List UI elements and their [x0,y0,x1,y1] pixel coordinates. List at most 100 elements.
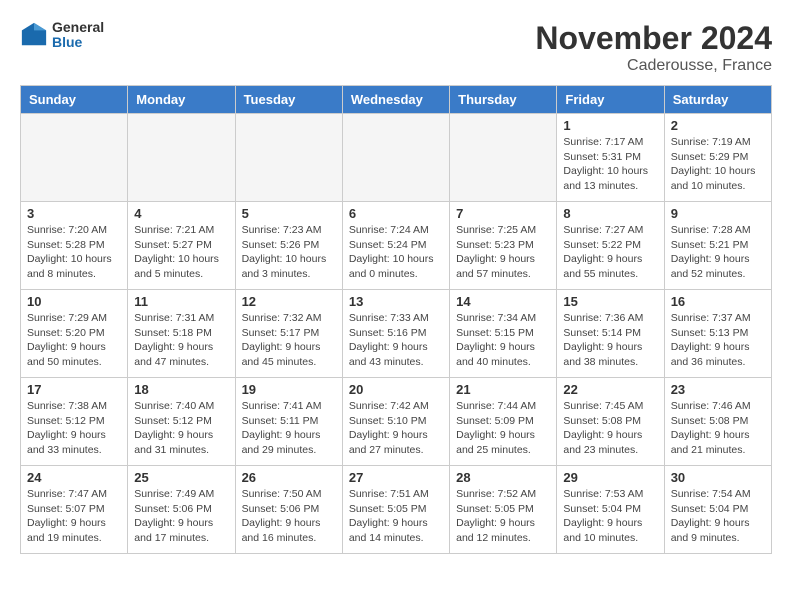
month-title: November 2024 [535,20,772,57]
calendar-cell: 11Sunrise: 7:31 AM Sunset: 5:18 PM Dayli… [128,290,235,378]
calendar-cell: 29Sunrise: 7:53 AM Sunset: 5:04 PM Dayli… [557,466,664,554]
day-number: 3 [27,206,121,221]
calendar-week-1: 3 Sunrise: 7:20 AM Sunset: 5:28 PM Daylig… [21,202,772,290]
column-header-sunday: Sunday [21,86,128,114]
logo-text: General Blue [52,20,104,51]
location-subtitle: Caderousse, France [535,57,772,75]
column-header-thursday: Thursday [450,86,557,114]
day-info: Sunrise: 7:32 AM Sunset: 5:17 PM Dayligh… [242,311,336,370]
day-info: Sunrise: 7:44 AM Sunset: 5:09 PM Dayligh… [456,399,550,458]
day-info: Sunrise: 7:49 AM Sunset: 5:06 PM Dayligh… [134,487,228,546]
day-number: 18 [134,382,228,397]
day-number: 21 [456,382,550,397]
day-number: 15 [563,294,657,309]
calendar-cell: 16Sunrise: 7:37 AM Sunset: 5:13 PM Dayli… [664,290,771,378]
calendar-table: SundayMondayTuesdayWednesdayThursdayFrid… [20,85,772,554]
day-number: 5 [242,206,336,221]
calendar-cell: 15 Sunrise: 7:36 AM Sunset: 5:14 PM Dayli… [557,290,664,378]
day-info: Sunrise: 7:51 AM Sunset: 5:05 PM Dayligh… [349,487,443,546]
day-number: 20 [349,382,443,397]
calendar-cell: 1Sunrise: 7:17 AM Sunset: 5:31 PM Daylig… [557,114,664,202]
day-number: 13 [349,294,443,309]
calendar-cell: 7 Sunrise: 7:25 AM Sunset: 5:23 PM Daylig… [450,202,557,290]
day-info: Sunrise: 7:20 AM Sunset: 5:28 PM Dayligh… [27,223,121,282]
day-info: Sunrise: 7:21 AM Sunset: 5:27 PM Dayligh… [134,223,228,282]
logo: General Blue [20,20,104,51]
day-number: 30 [671,470,765,485]
day-info: Sunrise: 7:31 AM Sunset: 5:18 PM Dayligh… [134,311,228,370]
calendar-week-4: 24 Sunrise: 7:47 AM Sunset: 5:07 PM Dayli… [21,466,772,554]
day-info: Sunrise: 7:42 AM Sunset: 5:10 PM Dayligh… [349,399,443,458]
calendar-cell: 27 Sunrise: 7:51 AM Sunset: 5:05 PM Dayli… [342,466,449,554]
calendar-cell: 26Sunrise: 7:50 AM Sunset: 5:06 PM Dayli… [235,466,342,554]
day-info: Sunrise: 7:52 AM Sunset: 5:05 PM Dayligh… [456,487,550,546]
day-info: Sunrise: 7:46 AM Sunset: 5:08 PM Dayligh… [671,399,765,458]
day-info: Sunrise: 7:54 AM Sunset: 5:04 PM Dayligh… [671,487,765,546]
day-info: Sunrise: 7:17 AM Sunset: 5:31 PM Dayligh… [563,135,657,194]
calendar-cell [21,114,128,202]
day-number: 27 [349,470,443,485]
calendar-cell: 30 Sunrise: 7:54 AM Sunset: 5:04 PM Dayli… [664,466,771,554]
calendar-cell: 13Sunrise: 7:33 AM Sunset: 5:16 PM Dayli… [342,290,449,378]
calendar-cell: 21 Sunrise: 7:44 AM Sunset: 5:09 PM Dayli… [450,378,557,466]
day-number: 10 [27,294,121,309]
calendar-cell: 14 Sunrise: 7:34 AM Sunset: 5:15 PM Dayli… [450,290,557,378]
day-number: 7 [456,206,550,221]
day-number: 17 [27,382,121,397]
day-number: 2 [671,118,765,133]
calendar-cell: 2Sunrise: 7:19 AM Sunset: 5:29 PM Daylig… [664,114,771,202]
logo-general-text: General [52,20,104,35]
day-number: 24 [27,470,121,485]
day-info: Sunrise: 7:25 AM Sunset: 5:23 PM Dayligh… [456,223,550,282]
day-number: 22 [563,382,657,397]
calendar-cell: 5 Sunrise: 7:23 AM Sunset: 5:26 PM Daylig… [235,202,342,290]
calendar-cell [450,114,557,202]
day-number: 8 [563,206,657,221]
column-header-tuesday: Tuesday [235,86,342,114]
day-info: Sunrise: 7:28 AM Sunset: 5:21 PM Dayligh… [671,223,765,282]
day-number: 19 [242,382,336,397]
calendar-cell: 8Sunrise: 7:27 AM Sunset: 5:22 PM Daylig… [557,202,664,290]
calendar-cell: 4Sunrise: 7:21 AM Sunset: 5:27 PM Daylig… [128,202,235,290]
day-number: 25 [134,470,228,485]
calendar-cell: 19 Sunrise: 7:41 AM Sunset: 5:11 PM Dayli… [235,378,342,466]
day-number: 12 [242,294,336,309]
day-info: Sunrise: 7:34 AM Sunset: 5:15 PM Dayligh… [456,311,550,370]
logo-blue-text: Blue [52,35,104,50]
day-info: Sunrise: 7:47 AM Sunset: 5:07 PM Dayligh… [27,487,121,546]
calendar-cell: 28 Sunrise: 7:52 AM Sunset: 5:05 PM Dayli… [450,466,557,554]
column-header-monday: Monday [128,86,235,114]
day-number: 28 [456,470,550,485]
day-number: 16 [671,294,765,309]
calendar-cell: 22 Sunrise: 7:45 AM Sunset: 5:08 PM Dayli… [557,378,664,466]
title-area: November 2024 Caderousse, France [535,20,772,75]
header-row: SundayMondayTuesdayWednesdayThursdayFrid… [21,86,772,114]
logo-icon [20,21,48,49]
day-info: Sunrise: 7:36 AM Sunset: 5:14 PM Dayligh… [563,311,657,370]
calendar-cell: 6Sunrise: 7:24 AM Sunset: 5:24 PM Daylig… [342,202,449,290]
day-number: 14 [456,294,550,309]
calendar-week-3: 17Sunrise: 7:38 AM Sunset: 5:12 PM Dayli… [21,378,772,466]
column-header-friday: Friday [557,86,664,114]
day-info: Sunrise: 7:45 AM Sunset: 5:08 PM Dayligh… [563,399,657,458]
calendar-cell: 12 Sunrise: 7:32 AM Sunset: 5:17 PM Dayli… [235,290,342,378]
calendar-week-2: 10 Sunrise: 7:29 AM Sunset: 5:20 PM Dayli… [21,290,772,378]
calendar-body: 1Sunrise: 7:17 AM Sunset: 5:31 PM Daylig… [21,114,772,554]
calendar-cell [128,114,235,202]
day-info: Sunrise: 7:40 AM Sunset: 5:12 PM Dayligh… [134,399,228,458]
day-number: 9 [671,206,765,221]
calendar-cell [235,114,342,202]
calendar-cell: 10 Sunrise: 7:29 AM Sunset: 5:20 PM Dayli… [21,290,128,378]
calendar-cell: 20 Sunrise: 7:42 AM Sunset: 5:10 PM Dayli… [342,378,449,466]
calendar-cell: 17Sunrise: 7:38 AM Sunset: 5:12 PM Dayli… [21,378,128,466]
calendar-cell: 25 Sunrise: 7:49 AM Sunset: 5:06 PM Dayli… [128,466,235,554]
column-header-wednesday: Wednesday [342,86,449,114]
day-info: Sunrise: 7:29 AM Sunset: 5:20 PM Dayligh… [27,311,121,370]
day-info: Sunrise: 7:24 AM Sunset: 5:24 PM Dayligh… [349,223,443,282]
calendar-cell: 18 Sunrise: 7:40 AM Sunset: 5:12 PM Dayli… [128,378,235,466]
day-number: 26 [242,470,336,485]
calendar-cell: 3 Sunrise: 7:20 AM Sunset: 5:28 PM Daylig… [21,202,128,290]
day-info: Sunrise: 7:41 AM Sunset: 5:11 PM Dayligh… [242,399,336,458]
day-info: Sunrise: 7:23 AM Sunset: 5:26 PM Dayligh… [242,223,336,282]
calendar-cell: 9 Sunrise: 7:28 AM Sunset: 5:21 PM Daylig… [664,202,771,290]
